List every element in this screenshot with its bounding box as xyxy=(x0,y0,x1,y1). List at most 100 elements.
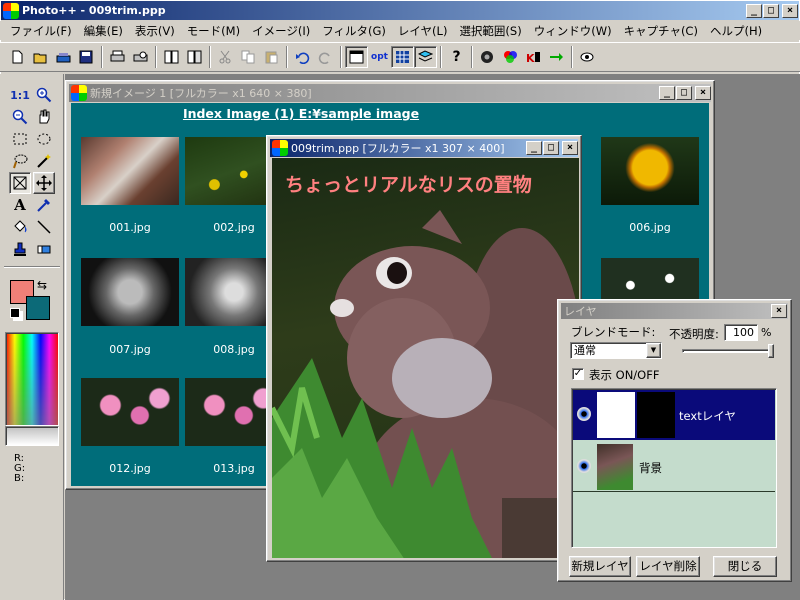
scan-button[interactable] xyxy=(160,46,183,68)
toolbar-separator xyxy=(101,46,103,68)
eye-icon[interactable] xyxy=(577,459,591,473)
menu-filter[interactable]: フィルタ(G) xyxy=(316,23,392,39)
eye-button[interactable] xyxy=(576,46,599,68)
maximize-button[interactable]: □ xyxy=(676,86,692,100)
delete-layer-button[interactable]: レイヤ削除 xyxy=(636,556,700,577)
maximize-button[interactable]: □ xyxy=(763,3,779,18)
opacity-input[interactable]: 100 xyxy=(724,324,758,341)
move-tool[interactable] xyxy=(33,172,55,194)
thumbnail-image[interactable] xyxy=(81,378,179,446)
menu-edit[interactable]: 編集(E) xyxy=(78,23,129,39)
reset-colors-icon[interactable] xyxy=(10,308,20,318)
import-button[interactable] xyxy=(52,46,75,68)
scan-icon xyxy=(164,50,179,64)
redo-button[interactable] xyxy=(314,46,337,68)
chevron-down-icon[interactable]: ▼ xyxy=(646,343,661,358)
multi-page-button[interactable] xyxy=(183,46,206,68)
undo-button[interactable] xyxy=(291,46,314,68)
opacity-slider-thumb[interactable] xyxy=(768,344,774,358)
opacity-value: 100 xyxy=(733,326,754,339)
layer-row-background[interactable]: 背景 xyxy=(573,442,775,492)
paste-button[interactable] xyxy=(260,46,283,68)
arrow-button[interactable] xyxy=(545,46,568,68)
menu-mode[interactable]: モード(M) xyxy=(181,23,246,39)
print-preview-button[interactable] xyxy=(129,46,152,68)
lasso-tool[interactable] xyxy=(9,150,31,172)
zoom-actual-button[interactable]: 1:1 xyxy=(9,84,31,106)
menu-window[interactable]: ウィンドウ(W) xyxy=(528,23,618,39)
photo-window-title-bar[interactable]: 009trim.ppp [フルカラー x1 307 × 400] _ □ × xyxy=(270,139,578,157)
layers-button[interactable] xyxy=(414,46,437,68)
menu-view[interactable]: 表示(V) xyxy=(129,23,181,39)
close-button[interactable]: × xyxy=(782,3,798,18)
line-tool[interactable] xyxy=(33,216,55,238)
background-color-swatch[interactable] xyxy=(26,296,50,320)
menu-selection[interactable]: 選択範囲(S) xyxy=(453,23,527,39)
swap-colors-icon[interactable]: ⇆ xyxy=(37,278,47,292)
menu-capture[interactable]: キャプチャ(C) xyxy=(618,23,704,39)
minimize-button[interactable]: _ xyxy=(746,3,762,18)
thumbnail-image[interactable] xyxy=(601,137,699,205)
eraser-tool[interactable] xyxy=(33,238,55,260)
grid-button[interactable] xyxy=(391,46,414,68)
thumbnail-label: 007.jpg xyxy=(109,343,151,356)
close-button[interactable]: × xyxy=(562,141,578,155)
color-picker-gray[interactable] xyxy=(5,426,59,446)
opt-button[interactable]: opt xyxy=(368,46,391,68)
layer-row-text[interactable]: textレイヤ xyxy=(573,390,775,440)
thumbnail-image[interactable] xyxy=(81,137,179,205)
print-button[interactable] xyxy=(106,46,129,68)
blend-mode-select[interactable]: 通常 ▼ xyxy=(570,342,662,359)
rgb-circles-icon xyxy=(504,51,517,63)
copy-button[interactable] xyxy=(237,46,260,68)
layer-panel-title-bar[interactable]: レイヤ × xyxy=(561,303,788,319)
thumbnail-image[interactable] xyxy=(81,258,179,326)
menu-layer[interactable]: レイヤ(L) xyxy=(392,23,454,39)
magic-wand-tool[interactable] xyxy=(33,150,55,172)
new-layer-button[interactable]: 新規レイヤ xyxy=(569,556,631,577)
menu-help[interactable]: ヘルプ(H) xyxy=(704,23,768,39)
eyedropper-tool[interactable] xyxy=(33,194,55,216)
menu-image[interactable]: イメージ(I) xyxy=(246,23,316,39)
color-balance-button[interactable] xyxy=(499,46,522,68)
scissors-icon xyxy=(219,50,231,64)
index-window-title-bar[interactable]: 新規イメージ 1 [フルカラー x1 640 × 380] _ □ × xyxy=(69,84,711,102)
paste-icon xyxy=(265,51,278,64)
close-button[interactable]: × xyxy=(695,86,711,100)
eye-icon[interactable] xyxy=(577,407,591,421)
zoom-in-tool[interactable] xyxy=(33,84,55,106)
zoom-out-tool[interactable] xyxy=(9,106,31,128)
photo-canvas[interactable]: ちょっとリアルなリスの置物 xyxy=(272,158,579,558)
layer-panel-close-button[interactable]: × xyxy=(771,304,787,318)
new-file-icon xyxy=(12,50,23,64)
line-icon xyxy=(37,220,51,234)
menu-file[interactable]: ファイル(F) xyxy=(4,23,78,39)
camera-button[interactable] xyxy=(476,46,499,68)
crop-icon xyxy=(13,176,27,190)
opacity-slider[interactable] xyxy=(682,344,774,358)
cut-button[interactable] xyxy=(214,46,237,68)
minimize-button[interactable]: _ xyxy=(526,141,542,155)
toolbar-separator xyxy=(571,46,573,68)
toolbar-separator xyxy=(471,46,473,68)
fill-bucket-tool[interactable] xyxy=(9,216,31,238)
close-panel-button[interactable]: 閉じる xyxy=(713,556,777,577)
open-button[interactable] xyxy=(29,46,52,68)
app-title-bar[interactable]: Photo++ - 009trim.ppp _ □ × xyxy=(1,1,799,20)
cmyk-button[interactable]: K xyxy=(522,46,545,68)
rect-select-tool[interactable] xyxy=(9,128,31,150)
app-icon xyxy=(3,2,19,19)
help-button[interactable]: ? xyxy=(445,46,468,68)
new-file-button[interactable] xyxy=(6,46,29,68)
crop-tool[interactable] xyxy=(9,172,31,194)
stamp-tool[interactable] xyxy=(9,238,31,260)
color-picker-spectrum[interactable] xyxy=(5,332,59,426)
minimize-button[interactable]: _ xyxy=(659,86,675,100)
hand-tool[interactable] xyxy=(33,106,55,128)
text-tool[interactable]: A xyxy=(9,194,31,216)
maximize-button[interactable]: □ xyxy=(543,141,559,155)
ellipse-select-tool[interactable] xyxy=(33,128,55,150)
save-button[interactable] xyxy=(75,46,98,68)
show-layer-checkbox[interactable]: ✓ xyxy=(572,368,584,380)
window-layout-button[interactable] xyxy=(345,46,368,68)
